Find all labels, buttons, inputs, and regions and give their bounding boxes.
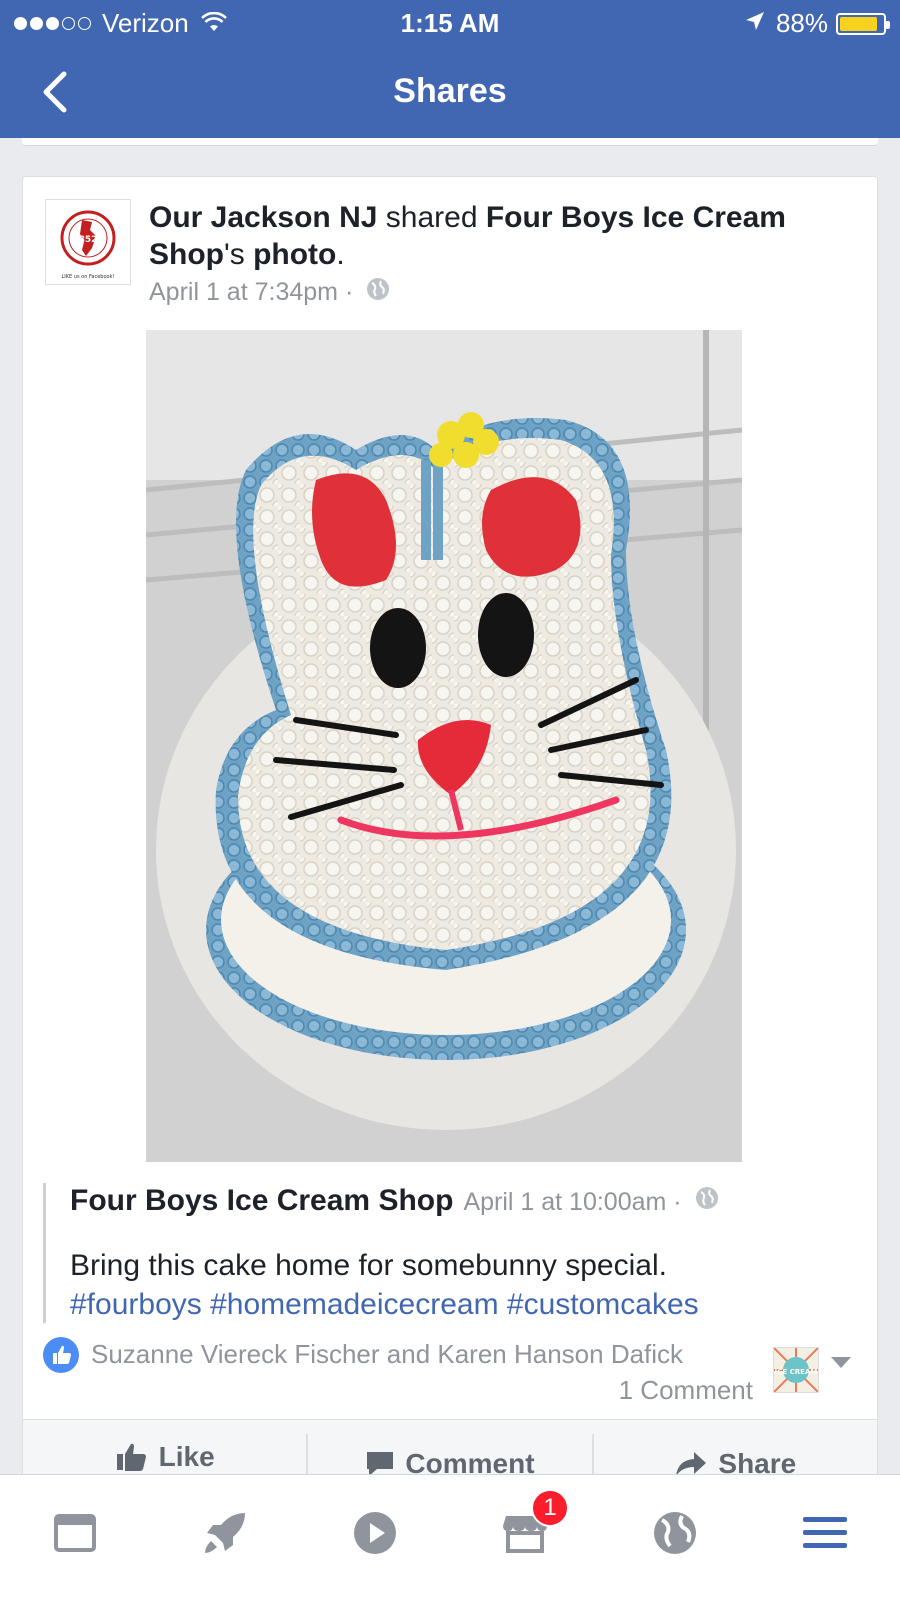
quoted-timestamp[interactable]: April 1 at 10:00am — [463, 1184, 666, 1220]
shared-post-card: 08527 LIKE us on Facebook! Our Jackson N… — [22, 176, 878, 1509]
bunny-cake-photo — [146, 330, 742, 1162]
like-reaction-icon — [43, 1337, 79, 1373]
our-jackson-nj-logo: 08527 LIKE us on Facebook! — [60, 210, 116, 280]
commenter-thumbnail: ICE CREAM — [773, 1347, 819, 1393]
post-timestamp[interactable]: April 1 at 7:34pm — [149, 278, 338, 307]
battery-icon — [836, 12, 890, 35]
meta-separator: · — [338, 278, 361, 306]
top-bar: Verizon 1:15 AM 88% Shares — [0, 0, 900, 138]
tab-menu[interactable] — [795, 1503, 855, 1563]
quoted-page-link[interactable]: Four Boys Ice Cream Shop — [70, 1183, 453, 1219]
battery-fill — [840, 16, 877, 31]
rocket-icon — [205, 1512, 245, 1553]
shared-text: shared — [377, 201, 486, 234]
post-headline: Our Jackson NJ shared Four Boys Ice Crea… — [149, 199, 849, 273]
thumbnail-text: ICE CREAM — [775, 1368, 818, 1376]
like-label: Like — [158, 1440, 215, 1472]
location-arrow-icon — [744, 8, 766, 39]
tab-explore[interactable] — [195, 1503, 255, 1563]
public-globe-icon — [366, 277, 390, 308]
hashtag-row: #fourboys #homemadeicecream #customcakes — [70, 1285, 843, 1324]
quoted-text: Bring this cake home for somebunny speci… — [70, 1246, 843, 1324]
sharer-link[interactable]: Our Jackson NJ — [149, 201, 377, 234]
comment-count[interactable]: 1 Comment — [619, 1375, 753, 1406]
post-caption: Bring this cake home for somebunny speci… — [70, 1249, 667, 1282]
previous-card-edge — [22, 138, 878, 146]
notification-badge: 1 — [531, 1488, 569, 1527]
quoted-separator: · — [666, 1188, 689, 1216]
page-title: Shares — [393, 72, 507, 110]
news-feed-icon — [54, 1513, 96, 1552]
period-text: . — [336, 238, 345, 271]
logo-footer: LIKE us on Facebook! — [62, 274, 115, 280]
tab-notifications[interactable] — [645, 1503, 705, 1563]
tab-marketplace[interactable]: 1 — [495, 1488, 569, 1563]
status-right: 88% — [744, 8, 890, 39]
hashtag-link[interactable]: #fourboys — [70, 1288, 202, 1321]
quoted-header: Four Boys Ice Cream Shop April 1 at 10:0… — [70, 1183, 843, 1220]
battery-percent: 88% — [775, 8, 828, 38]
likers-text[interactable]: Suzanne Viereck Fischer and Karen Hanson… — [91, 1339, 683, 1370]
logo-zip: 08527 — [72, 235, 103, 245]
post-photo[interactable] — [146, 330, 742, 1162]
globe-icon — [654, 1511, 696, 1554]
reactions-row[interactable]: Suzanne Viereck Fischer and Karen Hanson… — [43, 1337, 853, 1407]
public-globe-icon — [695, 1184, 719, 1220]
chevron-down-icon[interactable] — [829, 1355, 853, 1371]
tab-news-feed[interactable] — [45, 1503, 105, 1563]
possessive-text: 's — [224, 238, 254, 271]
battery-cap — [886, 20, 890, 29]
hashtag-link[interactable]: #homemadeicecream — [210, 1288, 498, 1321]
quoted-meta: April 1 at 10:00am · — [463, 1184, 718, 1220]
play-icon — [354, 1511, 396, 1554]
status-bar: Verizon 1:15 AM 88% — [0, 0, 900, 46]
post-meta: April 1 at 7:34pm · — [149, 277, 390, 308]
photo-link[interactable]: photo — [253, 238, 336, 271]
quoted-original-post: Four Boys Ice Cream Shop April 1 at 10:0… — [43, 1183, 843, 1323]
avatar[interactable]: 08527 LIKE us on Facebook! — [45, 199, 131, 285]
hashtag-link[interactable]: #customcakes — [507, 1288, 699, 1321]
hamburger-menu-icon — [803, 1516, 847, 1548]
bottom-tab-bar: 1 — [0, 1474, 900, 1600]
thumbs-up-icon — [116, 1443, 146, 1471]
tab-video[interactable] — [345, 1503, 405, 1563]
nav-row: Shares — [0, 60, 900, 122]
